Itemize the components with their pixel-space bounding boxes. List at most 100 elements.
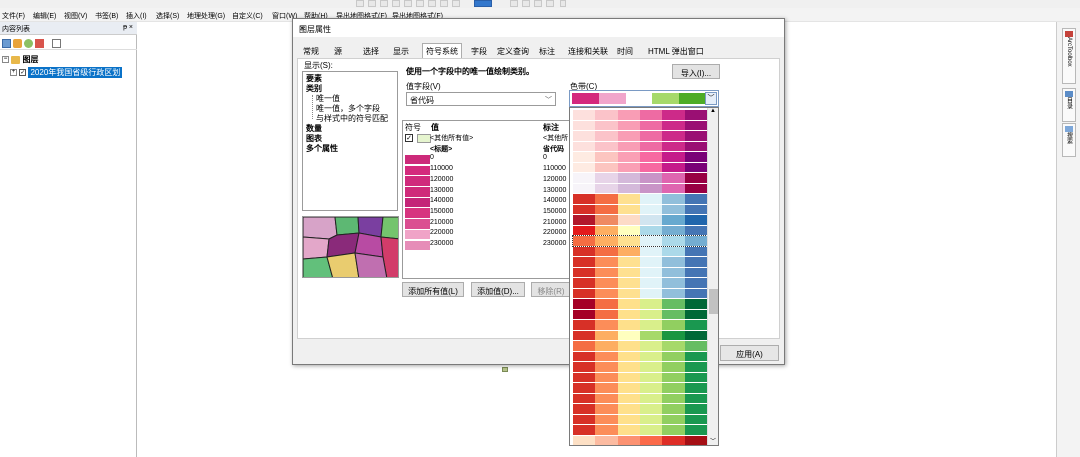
tab-display[interactable]: 显示 xyxy=(393,44,409,58)
show-item-match-style[interactable]: 与样式中的符号匹配 xyxy=(316,113,388,124)
layers-node[interactable]: − 图层 xyxy=(2,54,38,65)
toolbar-button[interactable] xyxy=(534,0,542,7)
color-ramp-option[interactable] xyxy=(573,404,707,414)
symbol-swatch[interactable] xyxy=(405,229,430,240)
menu-selection[interactable]: 选择(S) xyxy=(156,11,179,21)
color-ramp-option[interactable] xyxy=(573,383,707,393)
catalog-tab[interactable]: 目录 xyxy=(1062,88,1076,122)
symbol-swatch[interactable] xyxy=(405,176,430,186)
toc-pin-close[interactable]: ᵽ × xyxy=(123,24,133,31)
collapse-icon[interactable]: − xyxy=(2,56,9,64)
symbol-swatch[interactable] xyxy=(405,208,430,218)
apply-button[interactable]: 应用(A) xyxy=(720,345,779,361)
color-ramp-select[interactable]: ﹀ xyxy=(569,90,719,107)
color-ramp-option[interactable] xyxy=(573,288,707,298)
color-ramp-option[interactable] xyxy=(573,372,707,382)
symbol-swatch[interactable] xyxy=(405,240,430,250)
tab-symbology[interactable]: 符号系统 xyxy=(422,43,462,58)
color-ramp-option[interactable] xyxy=(573,435,707,445)
toolbar-button[interactable] xyxy=(416,0,424,7)
color-ramp-option[interactable] xyxy=(573,341,707,351)
layer-visibility-checkbox[interactable]: ✓ xyxy=(19,69,27,77)
table-row[interactable]: 210000 210000 xyxy=(403,219,579,230)
add-values-button[interactable]: 添加值(D)... xyxy=(471,282,525,297)
table-row[interactable]: 150000 150000 xyxy=(403,208,579,219)
color-ramp-option[interactable] xyxy=(573,309,707,319)
color-ramp-option[interactable] xyxy=(573,120,707,130)
table-row[interactable]: 110000 110000 xyxy=(403,165,579,176)
menu-customize[interactable]: 自定义(C) xyxy=(232,11,263,21)
menu-insert[interactable]: 插入(I) xyxy=(126,11,147,21)
color-ramp-option[interactable] xyxy=(572,235,708,247)
toolbar-button[interactable] xyxy=(356,0,364,7)
symbol-swatch[interactable] xyxy=(417,133,431,143)
tab-fields[interactable]: 字段 xyxy=(471,44,487,58)
expand-icon[interactable]: + xyxy=(10,69,17,77)
table-row[interactable]: <标题> 省代码 xyxy=(403,144,579,155)
color-ramp-option[interactable] xyxy=(573,110,707,120)
color-ramp-option[interactable] xyxy=(573,351,707,361)
remove-button[interactable]: 移除(R) xyxy=(531,282,571,297)
table-row[interactable]: 140000 140000 xyxy=(403,197,579,208)
list-by-visibility-icon[interactable] xyxy=(24,39,33,48)
options-icon[interactable] xyxy=(52,39,61,48)
toolbar-button[interactable] xyxy=(522,0,530,7)
color-ramp-option[interactable] xyxy=(573,215,707,225)
menu-geoprocessing[interactable]: 地理处理(G) xyxy=(187,11,225,21)
toolbar-button[interactable] xyxy=(380,0,388,7)
color-ramp-option[interactable] xyxy=(573,246,707,256)
tab-labels[interactable]: 标注 xyxy=(539,44,555,58)
toolbar-button[interactable] xyxy=(404,0,412,7)
list-by-selection-icon[interactable] xyxy=(35,39,44,48)
symbol-swatch[interactable] xyxy=(405,187,430,197)
color-ramp-option[interactable] xyxy=(573,152,707,162)
list-by-drawing-order-icon[interactable] xyxy=(2,39,11,48)
symbol-swatch[interactable] xyxy=(405,219,430,229)
color-ramp-option[interactable] xyxy=(573,362,707,372)
add-all-values-button[interactable]: 添加所有值(L) xyxy=(402,282,464,297)
scroll-thumb[interactable] xyxy=(709,289,718,314)
symbol-swatch[interactable] xyxy=(405,197,430,208)
toolbar-button[interactable] xyxy=(392,0,400,7)
show-item-multiple-attributes[interactable]: 多个属性 xyxy=(306,143,338,154)
table-row[interactable]: ✓ <其他所有值> <其他所 xyxy=(403,133,579,144)
toolbar-dropdown[interactable] xyxy=(560,0,566,7)
value-field-select[interactable]: 省代码 ﹀ xyxy=(406,92,556,106)
color-ramp-option[interactable] xyxy=(573,225,707,235)
color-ramp-option[interactable] xyxy=(573,162,707,172)
import-button[interactable]: 导入(I)... xyxy=(672,64,720,79)
table-row[interactable]: 220000 220000 xyxy=(403,229,579,240)
table-row[interactable]: 120000 120000 xyxy=(403,176,579,187)
color-ramp-option[interactable] xyxy=(573,131,707,141)
toolbar-button[interactable] xyxy=(510,0,518,7)
color-ramp-option[interactable] xyxy=(573,299,707,309)
color-ramp-option[interactable] xyxy=(573,393,707,403)
color-ramp-option[interactable] xyxy=(573,278,707,288)
color-ramp-option[interactable] xyxy=(573,257,707,267)
toolbar-button[interactable] xyxy=(546,0,554,7)
tab-html-popup[interactable]: HTML 弹出窗口 xyxy=(648,44,704,58)
color-ramp-option[interactable] xyxy=(573,320,707,330)
menu-edit[interactable]: 编辑(E) xyxy=(33,11,56,21)
menu-bookmarks[interactable]: 书签(B) xyxy=(95,11,118,21)
menu-file[interactable]: 文件(F) xyxy=(2,11,25,21)
list-by-source-icon[interactable] xyxy=(13,39,22,48)
color-ramp-option[interactable] xyxy=(573,183,707,193)
layer-name[interactable]: 2020年我国省级行政区划 xyxy=(28,67,123,78)
table-row[interactable]: 00 xyxy=(403,154,579,165)
tab-joins-relates[interactable]: 连接和关联 xyxy=(568,44,608,58)
toolbar-button[interactable] xyxy=(428,0,436,7)
color-ramp-option[interactable] xyxy=(573,330,707,340)
table-row[interactable]: 230000 230000 xyxy=(403,240,579,251)
toolbar-button[interactable] xyxy=(440,0,448,7)
others-checkbox[interactable]: ✓ xyxy=(405,134,413,142)
symbol-swatch[interactable] xyxy=(405,144,430,154)
tab-source[interactable]: 源 xyxy=(334,44,342,58)
scroll-up-icon[interactable]: ▲ xyxy=(710,108,716,114)
close-icon[interactable]: ✕ xyxy=(299,24,775,33)
search-tab[interactable]: 搜索 xyxy=(1062,123,1076,157)
menu-view[interactable]: 视图(V) xyxy=(64,11,87,21)
toolbar-button[interactable] xyxy=(452,0,460,7)
color-ramp-option[interactable] xyxy=(573,204,707,214)
color-ramp-option[interactable] xyxy=(573,414,707,424)
